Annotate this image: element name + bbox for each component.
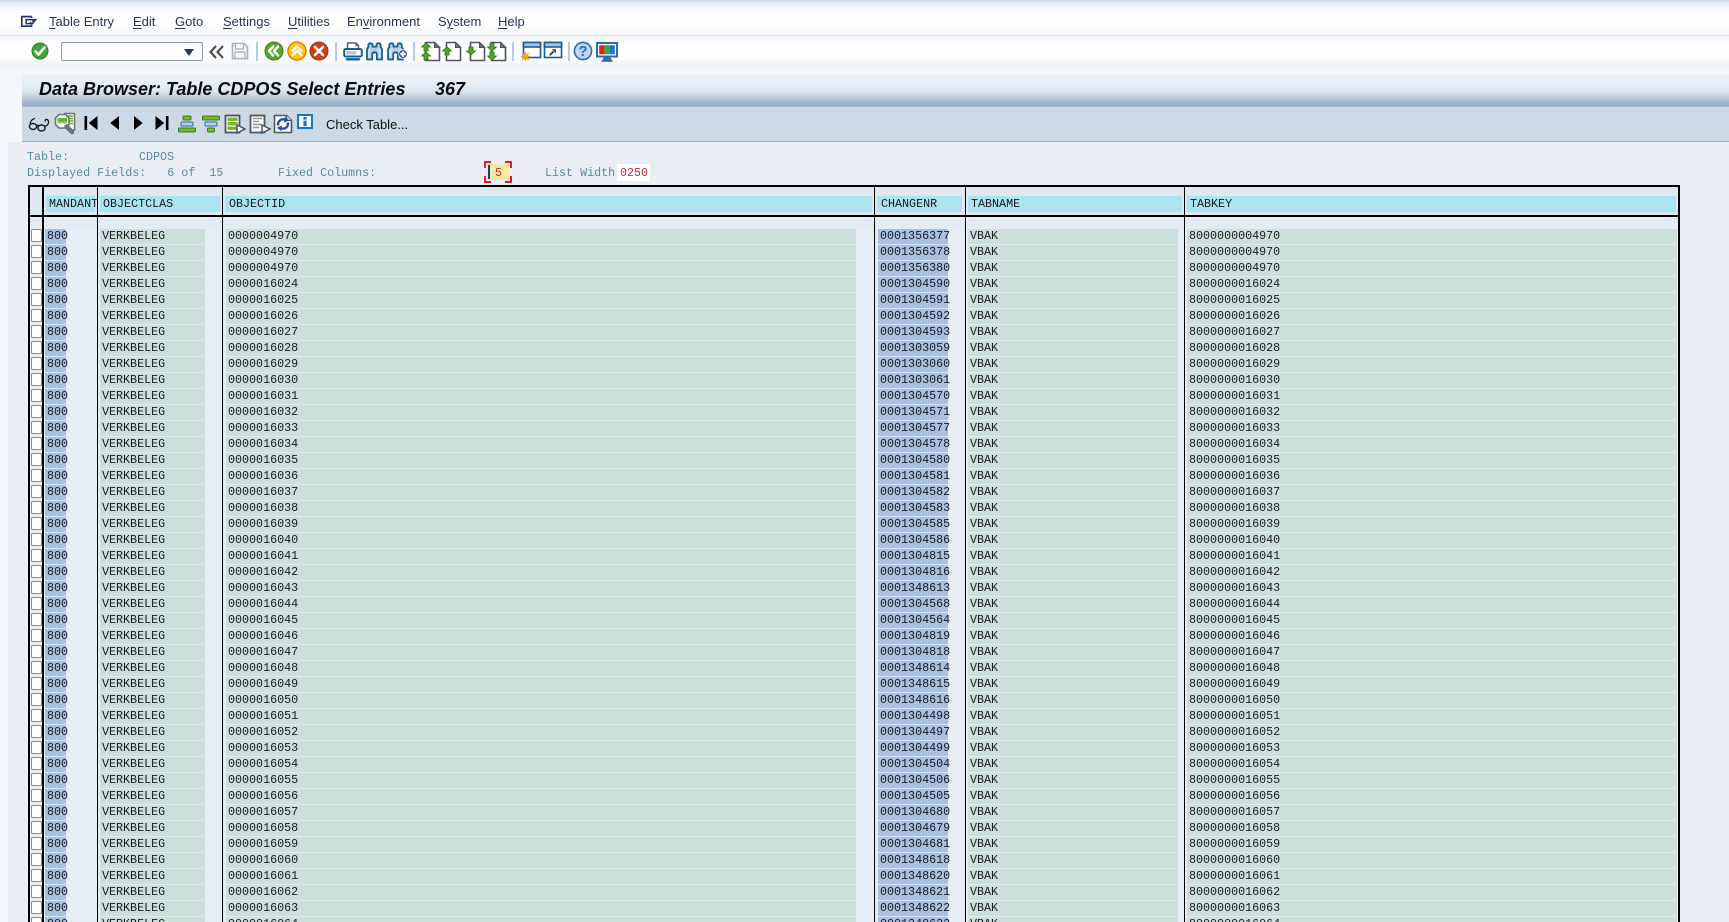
svg-text:?: ? bbox=[579, 44, 588, 60]
